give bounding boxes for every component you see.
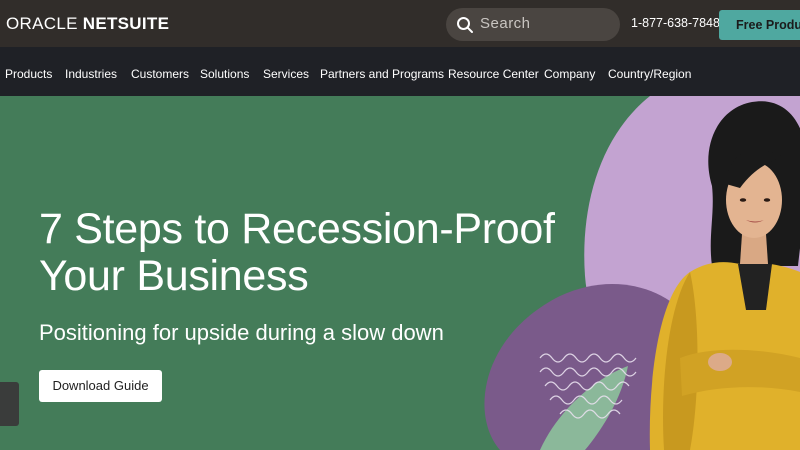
logo-netsuite-text: NETSUITE [82, 14, 170, 33]
search-box[interactable]: Search [446, 8, 620, 41]
hero-headline-line1: 7 Steps to Recession-Proof [39, 205, 555, 253]
phone-number-link[interactable]: 1-877-638-7848 [631, 16, 720, 30]
logo-oracle-text: ORACLE [6, 14, 78, 33]
nav-item-partners-and-programs[interactable]: Partners and Programs [320, 67, 444, 81]
hero-headline-line2: Your Business [39, 252, 309, 300]
main-nav: Products Industries Customers Solutions … [0, 47, 800, 96]
download-guide-button[interactable]: Download Guide [39, 370, 162, 402]
side-feedback-tab[interactable] [0, 382, 19, 426]
nav-item-company[interactable]: Company [544, 67, 595, 81]
search-icon [457, 17, 473, 33]
hero-headline: 7 Steps to Recession-Proof Your Business [39, 206, 555, 300]
nav-item-products[interactable]: Products [5, 67, 52, 81]
top-bar: ORACLE NETSUITE Search 1-877-638-7848 Fr… [0, 0, 800, 47]
search-placeholder: Search [480, 15, 531, 32]
hero-subheadline: Positioning for upside during a slow dow… [39, 320, 444, 345]
nav-item-services[interactable]: Services [263, 67, 309, 81]
nav-item-customers[interactable]: Customers [131, 67, 189, 81]
free-product-tour-button[interactable]: Free Product Tour [719, 10, 800, 40]
nav-item-solutions[interactable]: Solutions [200, 67, 249, 81]
nav-item-country-region[interactable]: Country/Region [608, 67, 691, 81]
nav-item-resource-center[interactable]: Resource Center [448, 67, 539, 81]
nav-item-industries[interactable]: Industries [65, 67, 117, 81]
oracle-netsuite-logo[interactable]: ORACLE NETSUITE [6, 14, 169, 34]
